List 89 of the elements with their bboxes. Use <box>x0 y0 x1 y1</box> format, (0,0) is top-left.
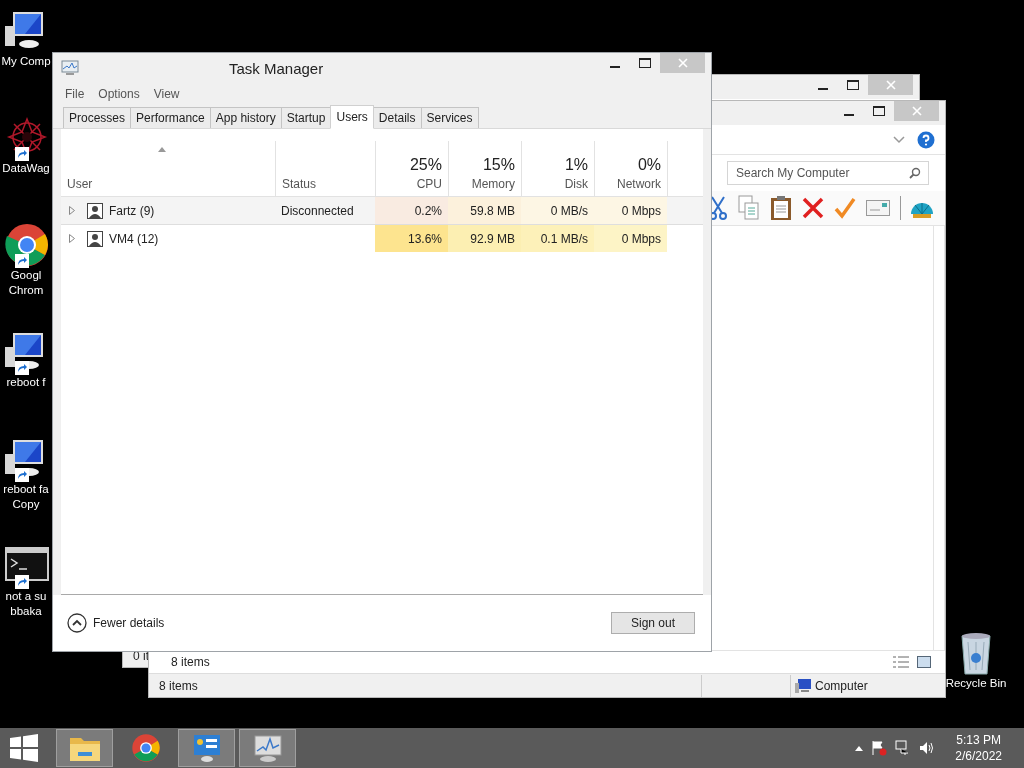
maximize-icon <box>873 106 885 116</box>
close-icon <box>677 58 688 68</box>
search-icon <box>909 167 921 179</box>
column-label: Memory <box>471 177 515 191</box>
column-header[interactable]: 25% CPU <box>375 141 448 196</box>
clipboard-icon[interactable] <box>770 195 792 221</box>
control-panel-icon[interactable] <box>191 733 222 763</box>
task-manager-icon[interactable] <box>252 733 283 763</box>
desktop-icon-label: reboot fa Copy <box>3 482 49 512</box>
usage-percent: 0% <box>637 156 661 174</box>
tab[interactable]: Performance <box>130 107 211 128</box>
close-icon <box>885 80 896 90</box>
taskbar-button[interactable] <box>239 729 296 767</box>
caret-up-icon[interactable] <box>855 745 864 751</box>
usage-cell: 0.2% <box>375 197 448 224</box>
expand-arrow-icon[interactable] <box>69 234 75 243</box>
taskbar-button[interactable] <box>178 729 235 767</box>
taskbar-button[interactable] <box>56 729 113 767</box>
usage-cell: 92.9 MB <box>448 225 521 252</box>
desktop-icon-label: not a su bbaka <box>5 589 47 619</box>
column-label: Disk <box>564 177 588 191</box>
flag-icon[interactable] <box>871 740 888 756</box>
location-text: Computer <box>815 678 869 693</box>
computer-icon <box>795 678 811 693</box>
column-header[interactable]: 15% Memory <box>448 141 521 196</box>
item-count: 8 items <box>171 655 210 669</box>
user-name: Fartz (9) <box>109 203 155 218</box>
column-label: User <box>67 177 93 191</box>
column-header[interactable]: 0% Network <box>594 141 667 196</box>
tab[interactable]: Services <box>420 107 479 128</box>
desktop-icon-label: reboot f <box>6 375 46 390</box>
envelope-icon[interactable] <box>866 200 890 216</box>
tab[interactable]: Startup <box>280 107 332 128</box>
usage-cell: 0.1 MB/s <box>521 225 594 252</box>
search-field[interactable]: Search My Computer <box>727 161 929 185</box>
minimize-icon <box>610 65 620 68</box>
tab[interactable]: App history <box>209 107 282 128</box>
clock-date: 2/6/2022 <box>955 748 1002 764</box>
desktop-icon-label: Googl Chrom <box>8 268 44 298</box>
expand-arrow-icon[interactable] <box>69 206 75 215</box>
speaker-icon[interactable] <box>919 740 936 756</box>
usage-percent: 15% <box>482 156 515 174</box>
desktop-icon-label: Recycle Bin <box>945 676 1007 691</box>
tab[interactable]: Users <box>330 105 374 129</box>
clock-time: 5:13 PM <box>956 732 1001 748</box>
menu-item[interactable]: File <box>65 87 85 101</box>
menu-item[interactable]: View <box>153 87 180 101</box>
tab[interactable]: Details <box>372 107 422 128</box>
sign-out-button[interactable]: Sign out <box>611 612 695 634</box>
usage-cell: 13.6% <box>375 225 448 252</box>
usage-percent: 1% <box>564 156 588 174</box>
close-icon <box>911 106 922 116</box>
recycle-bin-icon[interactable] <box>958 630 994 676</box>
user-name: VM4 (12) <box>109 231 159 246</box>
window-title: Task Manager <box>229 60 324 77</box>
column-header[interactable]: 1% Disk <box>521 141 594 196</box>
clock[interactable]: 5:13 PM 2/6/2022 <box>955 732 1002 764</box>
chevron-down-icon[interactable] <box>893 135 905 144</box>
usage-cell: 0 Mbps <box>594 225 667 252</box>
column-label: CPU <box>416 177 442 191</box>
checkmark-icon[interactable] <box>834 197 856 219</box>
user-icon <box>87 202 103 219</box>
desktop-icon-label: My Comp <box>1 54 51 69</box>
minimize-icon <box>818 87 828 90</box>
maximize-icon <box>847 80 859 90</box>
usage-cell: 0 MB/s <box>521 197 594 224</box>
desktop-icon-label: DataWag <box>2 161 50 176</box>
start-button[interactable] <box>10 734 38 762</box>
minimize-icon <box>844 113 854 116</box>
menu-item[interactable]: Options <box>98 87 140 101</box>
column-label: Network <box>617 177 661 191</box>
usage-cell: 0 Mbps <box>594 197 667 224</box>
user-icon <box>87 230 103 247</box>
usage-percent: 25% <box>409 156 442 174</box>
column-header[interactable]: Status <box>275 141 375 196</box>
column-label: Status <box>282 177 317 191</box>
user-row[interactable]: Fartz (9) Disconnected 0.2% 59.8 MB 0 MB/s 0 Mbps <box>61 197 703 225</box>
status-cell-text: Disconnected <box>280 202 355 220</box>
cross-icon[interactable] <box>802 197 824 219</box>
task-manager-icon <box>61 60 79 76</box>
maximize-icon <box>639 58 651 68</box>
item-count: 8 items <box>159 678 198 693</box>
collapse-up-icon[interactable] <box>67 613 87 633</box>
thumbnail-view-icon[interactable] <box>917 656 931 668</box>
help-icon[interactable] <box>917 130 935 149</box>
column-header[interactable]: User <box>61 141 275 196</box>
tab[interactable]: Processes <box>63 107 132 128</box>
fewer-details-link[interactable]: Fewer details <box>93 616 165 630</box>
usage-cell: 59.8 MB <box>448 197 521 224</box>
